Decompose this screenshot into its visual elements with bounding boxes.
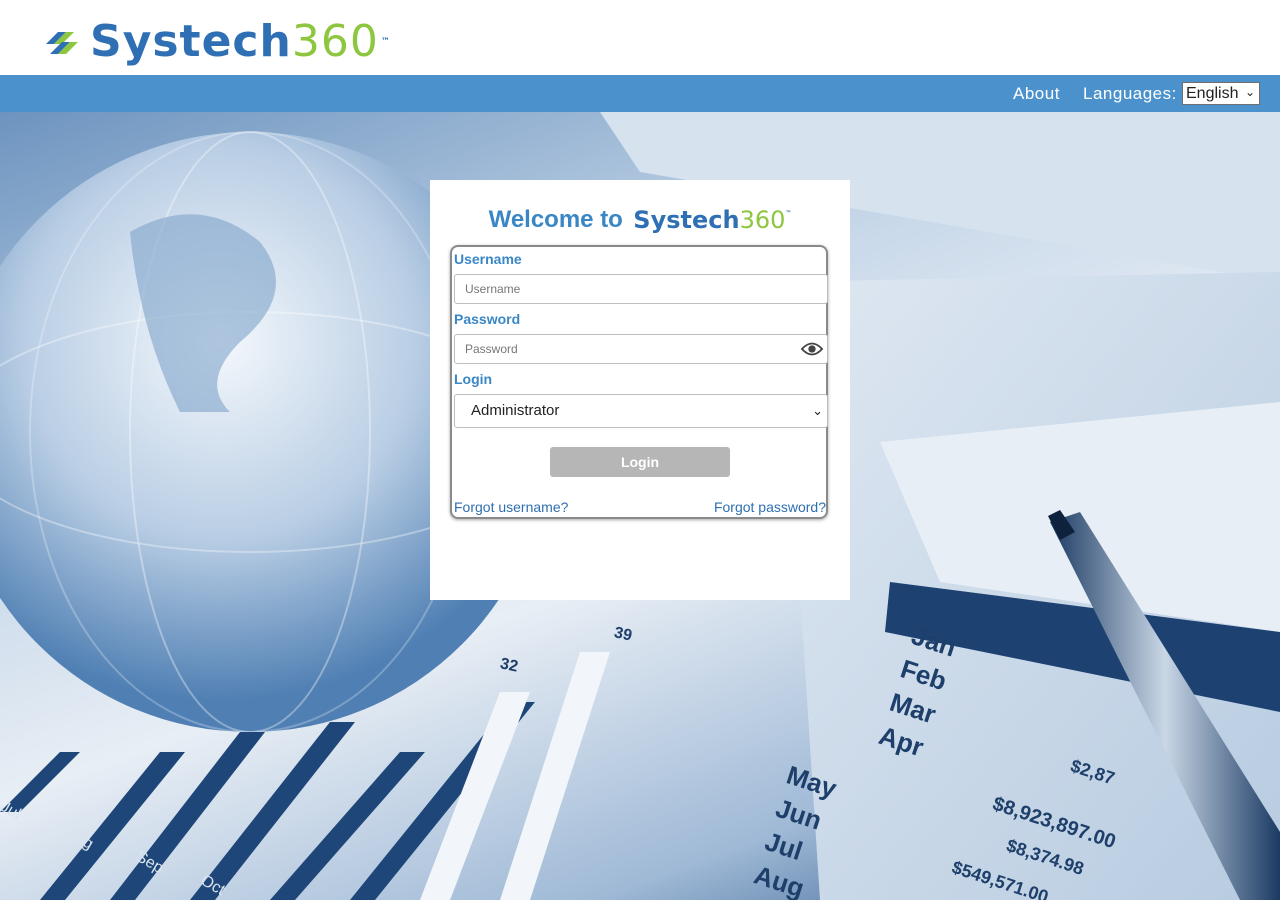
bg-bar-value: 32 xyxy=(498,655,520,676)
login-type-value: Administrator xyxy=(471,402,560,419)
languages-label: Languages: xyxy=(1083,84,1177,103)
language-select[interactable]: English ⌄ xyxy=(1182,82,1260,105)
login-type-label: Login xyxy=(454,371,493,387)
welcome-text: Welcome to xyxy=(488,206,623,233)
login-form: Username Username Password Password Logi… xyxy=(450,245,828,519)
systech-logo[interactable]: Systech360 ™ xyxy=(42,18,391,66)
welcome-brand-logo: Systech360™ xyxy=(633,206,792,234)
systech-logo-icon xyxy=(46,32,78,54)
language-select-value: English xyxy=(1186,84,1239,102)
chevron-down-icon: ⌄ xyxy=(1244,85,1255,99)
nav-about-link[interactable]: About xyxy=(1013,84,1060,104)
login-type-select[interactable]: Administrator ⌄ xyxy=(454,394,828,428)
password-label: Password xyxy=(454,311,521,327)
login-panel: Welcome to Systech360™ Username Username… xyxy=(430,180,850,600)
password-input[interactable]: Password xyxy=(454,334,828,364)
username-label: Username xyxy=(454,251,522,267)
welcome-heading: Welcome to Systech360™ xyxy=(430,206,850,234)
app-header: Systech360 ™ xyxy=(0,0,1280,75)
forgot-username-link[interactable]: Forgot username? xyxy=(454,499,568,515)
top-navbar: About Languages: xyxy=(0,75,1280,112)
logo-wordmark: Systech360 ™ xyxy=(90,16,391,67)
login-button[interactable]: Login xyxy=(550,447,730,477)
forgot-password-link[interactable]: Forgot password? xyxy=(714,499,826,515)
bg-bar-value: 39 xyxy=(612,624,634,645)
password-placeholder: Password xyxy=(465,342,518,356)
chevron-down-icon: ⌄ xyxy=(812,403,823,418)
show-password-eye-icon[interactable] xyxy=(801,340,823,358)
username-input[interactable]: Username xyxy=(454,274,828,304)
